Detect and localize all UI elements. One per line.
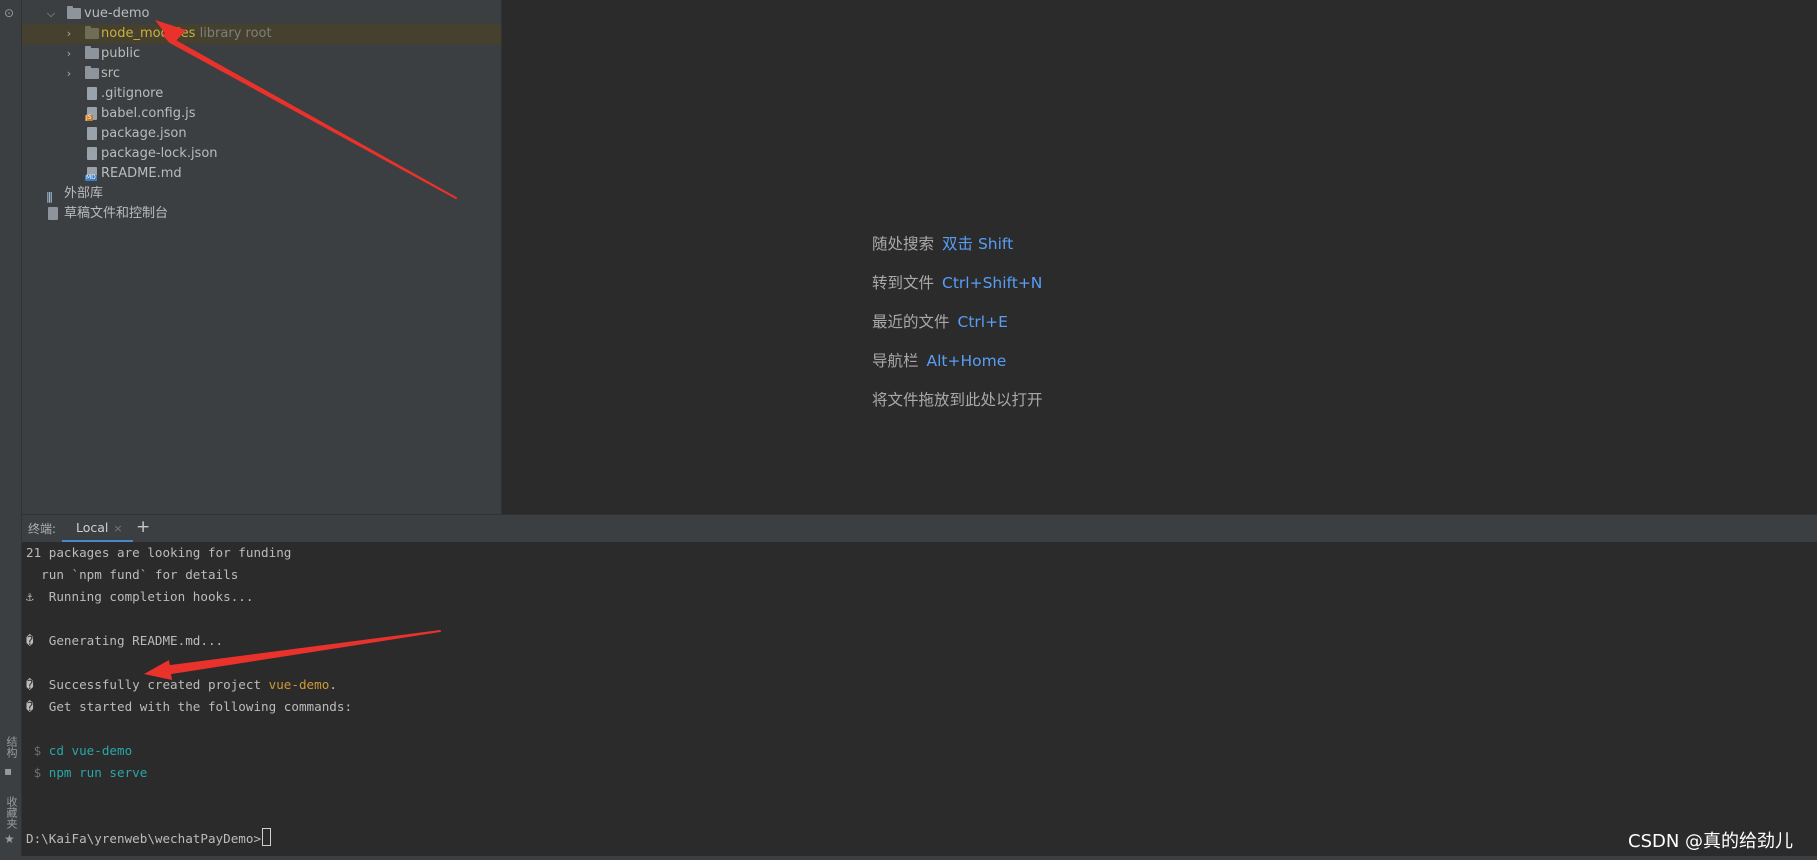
shortcut-key: Alt+Home [926, 352, 1007, 370]
hint-goto-file: 转到文件 Ctrl+Shift+N [872, 274, 1043, 292]
tree-item-label: package-lock.json [101, 146, 218, 161]
hint-recent-files: 最近的文件 Ctrl+E [872, 313, 1008, 331]
file-icon [87, 87, 97, 100]
tree-item-babel-config[interactable]: JS babel.config.js [22, 104, 501, 124]
tree-item-vue-demo[interactable]: ⌵ vue-demo [22, 4, 501, 24]
folder-icon [67, 6, 81, 19]
tree-item-label: babel.config.js [101, 106, 196, 121]
terminal-line: � Generating README.md... [26, 633, 224, 648]
file-icon [87, 127, 97, 140]
structure-icon: ▪ [4, 764, 13, 778]
project-tree: ⌵ vue-demo › node_modules library root ›… [22, 0, 502, 514]
terminal-line: � Get started with the following command… [26, 699, 353, 714]
tree-item-package-json[interactable]: package.json [22, 124, 501, 144]
tree-item-external-libraries[interactable]: ||| 外部库 [22, 184, 501, 204]
hint-search-everywhere: 随处搜索 双击 Shift [872, 235, 1014, 253]
tree-item-label: 外部库 [64, 186, 104, 201]
tree-item-package-lock[interactable]: package-lock.json [22, 144, 501, 164]
terminal-line: run `npm fund` for details [26, 567, 239, 582]
tree-item-label: vue-demo [84, 6, 150, 21]
file-type-badge: MD [85, 174, 97, 181]
structure-tool-tab[interactable]: 结构 [3, 736, 19, 758]
file-type-badge: JS [85, 114, 93, 121]
shortcut-key: Ctrl+Shift+N [942, 274, 1043, 292]
tree-item-label: .gitignore [101, 86, 164, 101]
folder-icon [85, 26, 99, 39]
scratch-icon [48, 207, 58, 220]
project-name: vue-demo [268, 677, 330, 692]
shortcut-key: Ctrl+E [957, 313, 1008, 331]
shortcut-key: 双击 Shift [942, 235, 1014, 253]
terminal-line: 21 packages are looking for funding [26, 545, 292, 560]
tree-item-src[interactable]: › src [22, 64, 501, 84]
editor-empty-hints: 随处搜索 双击 Shift 转到文件 Ctrl+Shift+N 最近的文件 Ctrl+… [872, 232, 1043, 427]
terminal-line: $ cd vue-demo [26, 743, 133, 758]
terminal-line: $ npm run serve [26, 765, 148, 780]
js-file-icon: JS [85, 107, 97, 121]
tree-item-readme[interactable]: MD README.md [22, 164, 501, 184]
chevron-right-icon[interactable]: › [63, 64, 75, 84]
tree-item-label: 草稿文件和控制台 [64, 206, 169, 221]
tree-item-label: src [101, 66, 120, 81]
hint-navigation-bar: 导航栏 Alt+Home [872, 352, 1007, 370]
folder-icon [85, 66, 99, 79]
tree-item-label: node_modules [101, 26, 196, 41]
terminal-line: ⚓ Running completion hooks... [26, 589, 254, 604]
text-cursor [262, 828, 272, 846]
commit-icon[interactable]: ⊙ [4, 6, 14, 20]
tree-item-node-modules[interactable]: › node_modules library root [22, 24, 501, 44]
hint-drop-files: 将文件拖放到此处以打开 [872, 391, 1043, 409]
chevron-down-icon[interactable]: ⌵ [45, 4, 57, 24]
file-icon [87, 147, 97, 160]
tree-item-scratches[interactable]: 草稿文件和控制台 [22, 204, 501, 224]
terminal-output[interactable]: 21 packages are looking for funding run … [22, 542, 1817, 860]
star-icon[interactable]: ★ [4, 832, 15, 846]
tree-item-label: package.json [101, 126, 187, 141]
library-root-hint: library root [199, 26, 272, 41]
terminal-prompt[interactable]: D:\KaiFa\yrenweb\wechatPayDemo> [26, 828, 272, 850]
terminal-title: 终端: [28, 522, 57, 536]
watermark: CSDN @真的给劲儿 [1628, 831, 1794, 852]
command-text: cd vue-demo [48, 743, 133, 758]
markdown-file-icon: MD [85, 167, 97, 181]
close-icon[interactable]: × [113, 522, 122, 535]
terminal-tab-local[interactable]: Local × [62, 515, 133, 543]
tree-item-public[interactable]: › public [22, 44, 501, 64]
editor-area[interactable] [502, 0, 1817, 514]
left-tool-strip: ⊙ 结构 ▪ 收藏夹 ★ [0, 0, 22, 860]
tree-item-gitignore[interactable]: .gitignore [22, 84, 501, 104]
tree-item-label: public [101, 46, 141, 61]
chevron-right-icon[interactable]: › [63, 24, 75, 44]
folder-icon [85, 46, 99, 59]
add-terminal-button[interactable]: + [136, 517, 150, 537]
chevron-right-icon[interactable]: › [63, 44, 75, 64]
command-text: npm run serve [48, 765, 148, 780]
favorites-tool-tab[interactable]: 收藏夹 [3, 796, 19, 829]
bottom-edge [0, 856, 1817, 860]
tree-item-label: README.md [101, 166, 182, 181]
terminal-header: 终端: Local × + [22, 514, 1817, 543]
terminal-line: � Successfully created project vue-demo. [26, 677, 337, 692]
